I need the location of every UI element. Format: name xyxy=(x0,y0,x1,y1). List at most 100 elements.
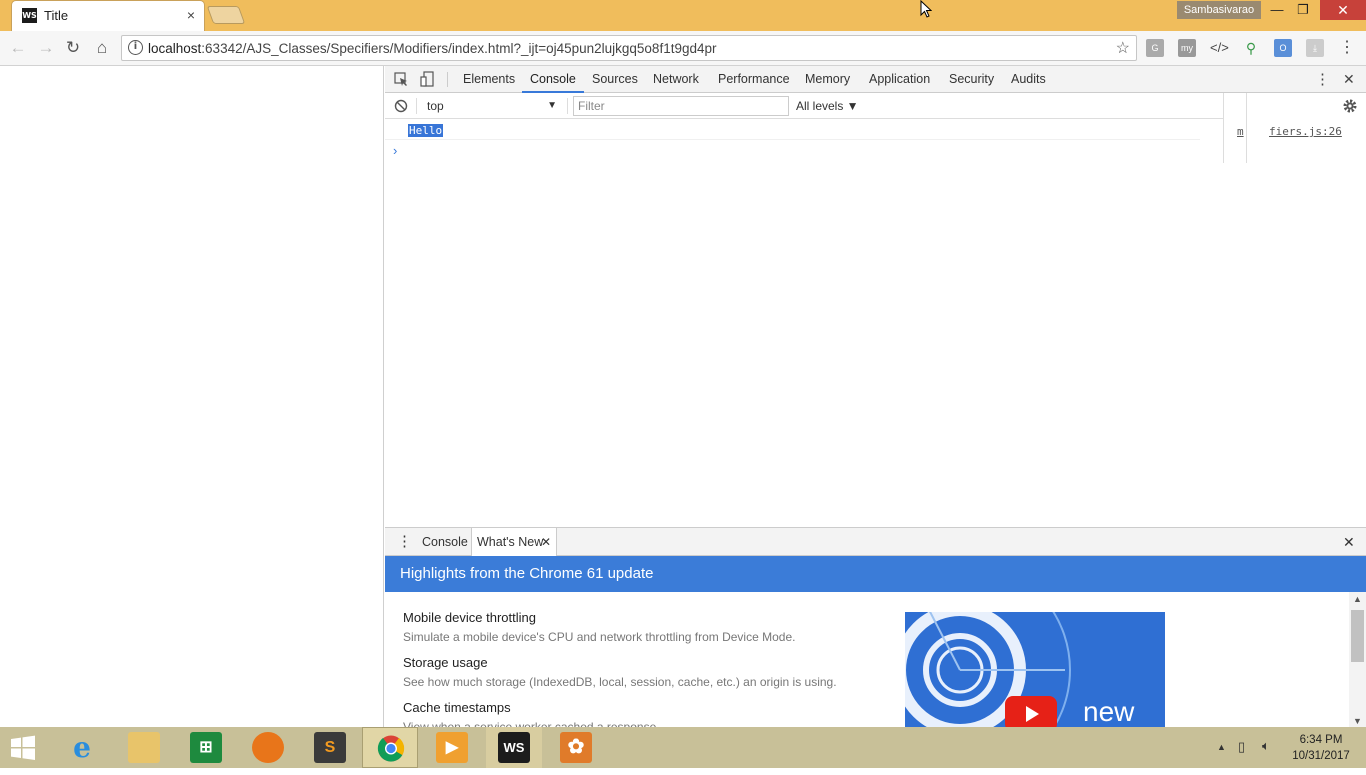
drawer-close-icon[interactable]: ✕ xyxy=(1343,528,1355,556)
sidebar-divider xyxy=(1246,93,1247,163)
tab-close-icon[interactable]: × xyxy=(187,7,195,23)
devtools-menu-icon[interactable]: ⋮ xyxy=(1315,70,1330,88)
source-link-prefix[interactable]: m xyxy=(1237,125,1244,138)
context-value: top xyxy=(427,99,444,113)
toolbar-divider xyxy=(416,98,417,114)
scrollbar-thumb[interactable] xyxy=(1351,610,1364,662)
taskbar-internet-explorer[interactable]: e xyxy=(54,727,110,768)
extension-g-icon[interactable]: G xyxy=(1146,39,1164,57)
taskbar-firefox[interactable] xyxy=(240,727,296,768)
info-icon[interactable]: i xyxy=(128,40,143,55)
device-toolbar-icon[interactable] xyxy=(420,71,434,88)
minimize-button[interactable]: — xyxy=(1264,0,1290,20)
address-bar[interactable]: i localhost:63342/AJS_Classes/Specifiers… xyxy=(121,35,1137,61)
drawer-tab-whats-new[interactable]: What's New ✕ xyxy=(471,528,557,556)
webstorm-favicon-icon: WS xyxy=(22,8,37,23)
console-log-message[interactable]: Hello xyxy=(408,124,444,137)
page-viewport xyxy=(0,66,384,727)
banner-title: Highlights from the Chrome 61 update xyxy=(400,565,654,582)
extension-o-icon[interactable]: O xyxy=(1274,39,1292,57)
drawer-tab-whats-new-label: What's New xyxy=(477,535,544,549)
windows-taskbar: e ⊞ S ▶ WS ✿ ▲ ▯ 🔈︎ 6:34 PM 10/31/2017 xyxy=(0,727,1366,768)
flower-app-icon: ✿ xyxy=(560,732,592,763)
tab-title-label: Title xyxy=(44,8,69,23)
taskbar-file-explorer[interactable] xyxy=(116,727,172,768)
taskbar-chrome[interactable] xyxy=(362,727,418,768)
context-select[interactable]: top ▼ xyxy=(421,96,561,116)
volume-icon[interactable]: 🔈︎ xyxy=(1262,738,1270,754)
video-thumbnail[interactable]: new xyxy=(905,612,1165,728)
bookmark-star-icon[interactable]: ☆ xyxy=(1116,38,1130,58)
close-tab-icon[interactable]: ✕ xyxy=(541,528,551,556)
forward-arrow-icon[interactable]: → xyxy=(35,37,57,59)
feature-title: Storage usage xyxy=(403,655,488,670)
tab-security[interactable]: Security xyxy=(949,66,994,93)
windows-start-icon[interactable] xyxy=(9,735,37,761)
source-link[interactable]: fiers.js:26 xyxy=(1269,125,1342,138)
url-text[interactable]: localhost:63342/AJS_Classes/Specifiers/M… xyxy=(148,41,717,56)
new-tab-button[interactable] xyxy=(206,6,246,24)
clock-date: 10/31/2017 xyxy=(1292,750,1350,762)
chrome-menu-icon[interactable]: ⋮ xyxy=(1338,39,1356,57)
tab-elements[interactable]: Elements xyxy=(463,66,515,93)
webstorm-icon: WS xyxy=(498,732,530,763)
settings-gear-icon[interactable] xyxy=(1342,98,1358,114)
clock-time: 6:34 PM xyxy=(1299,734,1343,746)
log-row-divider xyxy=(385,139,1200,140)
toolbar-divider xyxy=(447,72,448,87)
internet-explorer-icon: e xyxy=(73,731,91,764)
scroll-up-icon[interactable]: ▲ xyxy=(1353,594,1362,604)
tab-memory[interactable]: Memory xyxy=(805,66,850,93)
extension-my-icon[interactable]: my xyxy=(1178,39,1196,57)
tab-sources[interactable]: Sources xyxy=(592,66,638,93)
console-prompt[interactable]: › xyxy=(393,143,397,158)
user-profile-badge[interactable]: Sambasivarao xyxy=(1177,1,1261,19)
tab-audits[interactable]: Audits xyxy=(1011,66,1046,93)
taskbar-sublime[interactable]: S xyxy=(302,727,358,768)
log-levels-select[interactable]: All levels ▼ xyxy=(796,96,859,116)
sublime-text-icon: S xyxy=(314,732,346,763)
feature-title: Mobile device throttling xyxy=(403,610,536,625)
network-icon[interactable]: ▯ xyxy=(1238,739,1245,755)
filter-input[interactable]: Filter xyxy=(573,96,789,116)
reload-icon[interactable]: ↻ xyxy=(62,37,84,59)
toolbar-divider xyxy=(567,98,568,114)
feature-desc: Simulate a mobile device's CPU and netwo… xyxy=(403,630,796,644)
window-close-button[interactable]: ✕ xyxy=(1320,0,1366,20)
scroll-down-icon[interactable]: ▼ xyxy=(1353,716,1362,726)
taskbar-media-player[interactable]: ▶ xyxy=(424,727,480,768)
chrome-icon xyxy=(375,733,407,764)
tab-console[interactable]: Console xyxy=(522,66,584,93)
feature-title: Cache timestamps xyxy=(403,700,511,715)
tab-network[interactable]: Network xyxy=(653,66,699,93)
drawer-menu-icon[interactable]: ⋮ xyxy=(397,528,412,556)
show-hidden-icons-icon[interactable]: ▲ xyxy=(1217,742,1226,752)
back-arrow-icon[interactable]: ← xyxy=(7,37,29,59)
browser-toolbar: ← → ↻ ⌂ i localhost:63342/AJS_Classes/Sp… xyxy=(0,31,1366,66)
extension-code-icon[interactable]: </> xyxy=(1210,39,1229,57)
home-icon[interactable]: ⌂ xyxy=(91,37,113,59)
drawer-tab-console[interactable]: Console xyxy=(422,528,468,556)
taskbar-store[interactable]: ⊞ xyxy=(178,727,234,768)
devtools-close-icon[interactable]: ✕ xyxy=(1343,71,1355,88)
inspect-element-icon[interactable] xyxy=(394,72,409,87)
video-caption: new xyxy=(1083,696,1135,727)
clear-console-icon[interactable] xyxy=(394,99,408,113)
tab-title[interactable]: WS Title × xyxy=(12,1,204,32)
media-player-icon: ▶ xyxy=(436,732,468,763)
extension-search-icon[interactable]: ⚲ xyxy=(1242,39,1260,57)
whats-new-banner: Highlights from the Chrome 61 update xyxy=(385,556,1366,592)
firefox-icon xyxy=(252,732,284,763)
tab-application[interactable]: Application xyxy=(869,66,930,93)
mouse-cursor-icon xyxy=(920,0,933,18)
taskbar-webstorm[interactable]: WS xyxy=(486,727,542,768)
title-bar: WS Title × Sambasivarao — ❐ ✕ xyxy=(0,0,1366,32)
restore-button[interactable]: ❐ xyxy=(1290,0,1316,20)
youtube-play-icon[interactable] xyxy=(1005,696,1057,728)
tab-performance[interactable]: Performance xyxy=(718,66,790,93)
system-clock[interactable]: 6:34 PM 10/31/2017 xyxy=(1290,732,1352,764)
devtools-tabbar: Elements Console Sources Network Perform… xyxy=(385,66,1366,93)
extension-pdf-icon[interactable]: ⤓ xyxy=(1306,39,1324,57)
taskbar-app-flower[interactable]: ✿ xyxy=(548,727,604,768)
dropdown-arrow-icon: ▼ xyxy=(547,100,557,111)
